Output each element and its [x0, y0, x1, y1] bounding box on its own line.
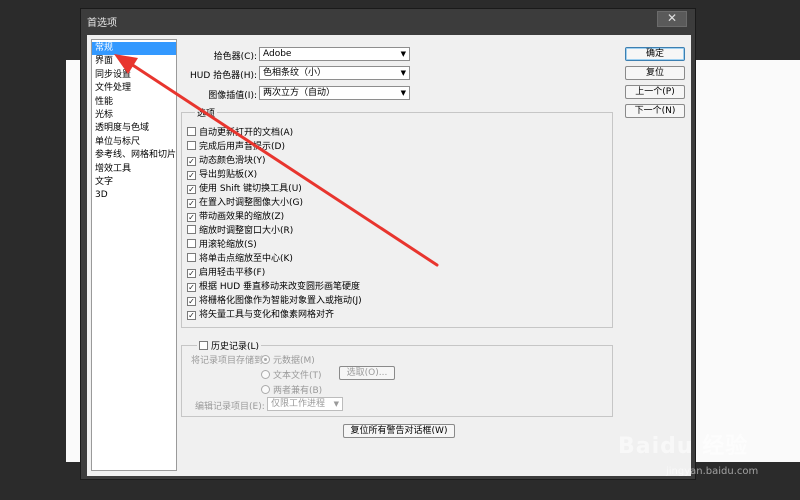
baidu-watermark: Baidu 经验 jingyan.baidu.com	[618, 428, 758, 477]
watermark-text: Baidu 经验	[618, 434, 749, 459]
watermark-url: jingyan.baidu.com	[666, 466, 759, 477]
annotation-arrow-icon	[114, 54, 439, 267]
